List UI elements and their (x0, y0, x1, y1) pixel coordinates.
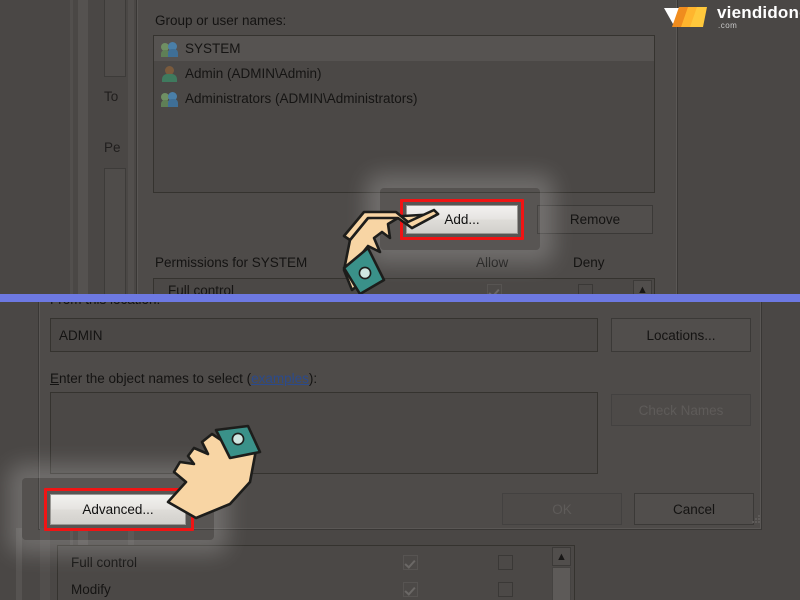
scroll-up-arrow[interactable]: ▲ (552, 547, 571, 566)
scrollbar-thumb[interactable] (552, 567, 571, 600)
examples-link[interactable]: examples (251, 371, 309, 386)
remove-button[interactable]: Remove (537, 205, 653, 234)
list-item[interactable]: Admin (ADMIN\Admin) (154, 61, 654, 86)
enter-label-accel: E (50, 371, 60, 386)
object-names-input[interactable] (50, 392, 598, 474)
background-window-edge-4 (16, 528, 22, 600)
list-item[interactable]: SYSTEM (154, 36, 654, 61)
pointing-hand-down-left-icon (152, 424, 264, 524)
enter-object-names-label: Enter the object names to select (exampl… (50, 371, 317, 387)
deny-column-header: Deny (573, 255, 605, 270)
permission-deny-checkbox[interactable] (498, 582, 513, 597)
users-group-icon (161, 90, 178, 107)
location-field[interactable]: ADMIN (50, 318, 598, 352)
permission-row-name: Full control (71, 555, 138, 570)
screenshot-root: To Pe Group or user names: SYSTEM Admin … (0, 0, 800, 600)
pointing-hand-up-right-icon (338, 196, 442, 296)
allow-column-header: Allow (476, 255, 509, 270)
ok-button[interactable]: OK (502, 493, 622, 525)
list-item-label: Administrators (ADMIN\Administrators) (185, 91, 418, 106)
enter-label-text: nter the object names to select ( (59, 371, 252, 386)
list-item[interactable]: Administrators (ADMIN\Administrators) (154, 86, 654, 111)
list-item-label: Admin (ADMIN\Admin) (185, 66, 322, 81)
user-icon (161, 65, 178, 82)
brand-suffix: .com (718, 21, 738, 30)
group-or-user-names-label: Group or user names: (155, 13, 287, 28)
resize-grip-icon[interactable] (750, 512, 762, 524)
permission-allow-checkbox[interactable] (403, 582, 418, 597)
users-group-icon (161, 40, 178, 57)
list-item-label: SYSTEM (185, 41, 241, 56)
permission-row-name: Modify (71, 582, 111, 597)
brand-name: viendidong (717, 3, 800, 22)
viendidong-mark-icon (663, 4, 709, 30)
enter-label-tail: ): (308, 371, 318, 386)
permission-allow-checkbox[interactable] (403, 555, 418, 570)
locations-button[interactable]: Locations... (611, 318, 751, 352)
group-user-list[interactable]: SYSTEM Admin (ADMIN\Admin) Administrator… (153, 35, 655, 193)
permission-deny-checkbox[interactable] (498, 555, 513, 570)
clipped-label-pe: Pe (104, 140, 121, 155)
check-names-button[interactable]: Check Names (611, 394, 751, 426)
background-window-panel-upper (104, 0, 126, 77)
divider-band (0, 294, 800, 302)
watermark-text: viendidong .com (717, 4, 800, 30)
cancel-button[interactable]: Cancel (634, 493, 754, 525)
watermark-logo: viendidong .com (663, 4, 800, 30)
clipped-label-to: To (104, 89, 119, 104)
permissions-for-label: Permissions for SYSTEM (155, 255, 308, 270)
